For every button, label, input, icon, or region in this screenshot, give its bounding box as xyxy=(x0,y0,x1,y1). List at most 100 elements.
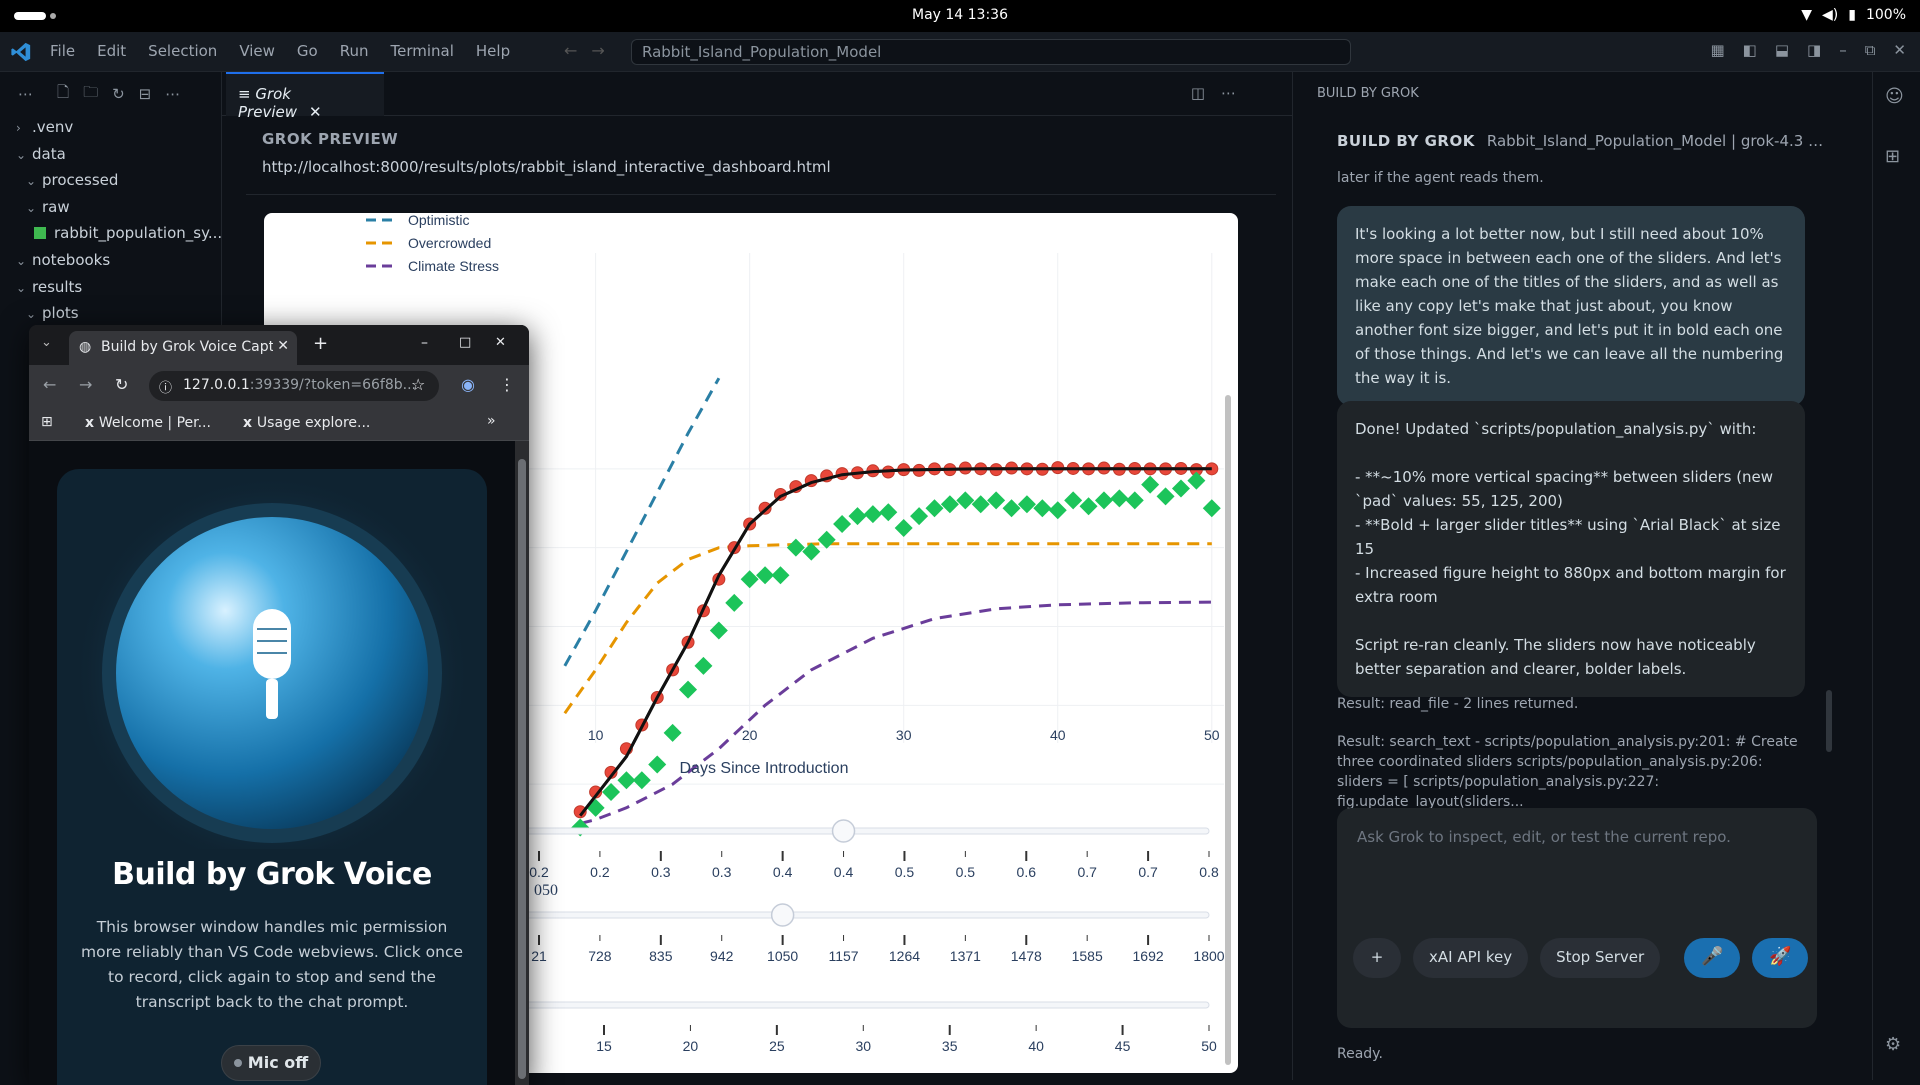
data-point-simulated xyxy=(1079,497,1098,516)
slider-tick-label: 1585 xyxy=(1072,948,1103,964)
apps-grid-icon[interactable]: ⊞ xyxy=(41,414,53,430)
preview-url[interactable]: http://localhost:8000/results/plots/rabb… xyxy=(262,158,831,176)
more-actions-icon[interactable]: ⋯ xyxy=(18,85,33,103)
new-tab-icon[interactable]: + xyxy=(313,333,328,354)
toggle-sidebar-icon[interactable]: ◧ xyxy=(1743,41,1757,59)
system-tray[interactable]: ▼ ◀) ▮ 100% xyxy=(1801,7,1906,23)
data-point-simulated xyxy=(648,755,667,774)
command-center-search[interactable]: Rabbit_Island_Population_Model xyxy=(631,39,1351,65)
slider-tick-label: 1692 xyxy=(1133,948,1164,964)
nav-arrows[interactable]: ←→ xyxy=(564,41,619,60)
browser-toolbar: ← → ↻ ⓘ 127.0.0.1:39339/?token=66f8b... … xyxy=(29,365,529,407)
slider-tick-label: 0.3 xyxy=(712,864,732,880)
close-window-icon[interactable]: ✕ xyxy=(1893,41,1906,59)
grok-agent-icon[interactable]: ☺ xyxy=(1885,86,1904,107)
battery-icon: ▮ xyxy=(1848,7,1856,23)
x-tick-label: 40 xyxy=(1050,727,1066,743)
browser-back-icon[interactable]: ← xyxy=(43,375,56,394)
profile-icon[interactable]: ◉ xyxy=(461,375,475,394)
data-point-simulated xyxy=(1017,495,1036,514)
data-point-simulated xyxy=(817,530,836,549)
browser-url-bar[interactable]: ⓘ 127.0.0.1:39339/?token=66f8b... xyxy=(149,371,439,401)
slider-tick-label: 35 xyxy=(942,1038,958,1054)
xai-api-key-button[interactable]: xAI API key xyxy=(1413,938,1529,978)
chevron-down-icon: ⌄ xyxy=(16,148,27,162)
chat-panel-header: BUILD BY GROK xyxy=(1317,86,1419,101)
tree-item-plots[interactable]: ⌄ plots xyxy=(26,304,79,322)
bookmark-welcome[interactable]: x Welcome | Per... xyxy=(85,415,211,431)
site-info-icon[interactable]: ⓘ xyxy=(159,377,172,396)
tree-item-notebooks[interactable]: ⌄ notebooks xyxy=(16,251,110,269)
browser-minimize-icon[interactable]: – xyxy=(421,335,428,351)
legend-label: Optimistic xyxy=(408,213,469,228)
data-point-simulated xyxy=(1094,491,1113,510)
chat-scrollbar[interactable] xyxy=(1826,690,1832,752)
browser-scroll-thumb[interactable] xyxy=(518,459,526,1079)
wifi-icon: ▼ xyxy=(1801,7,1813,23)
tree-item-processed[interactable]: ⌄ processed xyxy=(26,171,118,189)
browser-maximize-icon[interactable]: □ xyxy=(459,335,471,350)
tab-search-icon[interactable]: ⌄ xyxy=(41,335,52,350)
system-clock[interactable]: May 14 13:36 xyxy=(0,7,1920,23)
minimize-icon[interactable]: – xyxy=(1839,41,1847,59)
menu-go[interactable]: Go xyxy=(297,42,318,60)
mic-orb[interactable] xyxy=(57,469,487,849)
chat-input-box[interactable]: Ask Grok to inspect, edit, or test the c… xyxy=(1337,808,1817,1028)
tree-item-results[interactable]: ⌄ results xyxy=(16,278,82,296)
forward-arrow-icon[interactable]: → xyxy=(591,41,618,60)
layout-icon[interactable]: ▦ xyxy=(1710,41,1724,59)
slider-tick-label: 21 xyxy=(531,948,547,964)
menu-run[interactable]: Run xyxy=(340,42,369,60)
bookmark-star-icon[interactable]: ☆ xyxy=(411,375,425,394)
menu-view[interactable]: View xyxy=(239,42,275,60)
new-file-icon[interactable]: 🗋 xyxy=(57,82,69,107)
mic-status-button[interactable]: Mic off xyxy=(221,1045,321,1081)
tree-item-venv[interactable]: › .venv xyxy=(16,118,73,136)
close-tab-icon[interactable]: ✕ xyxy=(309,103,322,121)
slider-tick-label: 1800 xyxy=(1193,948,1224,964)
bookmarks-overflow-icon[interactable]: » xyxy=(487,413,496,429)
browser-forward-icon[interactable]: → xyxy=(79,375,92,394)
menu-edit[interactable]: Edit xyxy=(97,42,126,60)
new-folder-icon[interactable]: 🗀 xyxy=(83,82,98,107)
browser-reload-icon[interactable]: ↻ xyxy=(115,375,128,394)
close-browser-tab-icon[interactable]: ✕ xyxy=(273,338,289,354)
preview-scrollbar[interactable] xyxy=(1225,395,1231,1065)
tab-grok-preview[interactable]: ≡ Grok Preview ✕ xyxy=(226,72,384,121)
voice-input-button[interactable]: 🎤 xyxy=(1684,938,1741,978)
explorer-menu-icon[interactable]: ⋯ xyxy=(165,85,180,103)
settings-gear-icon[interactable]: ⚙ xyxy=(1885,1034,1901,1055)
maximize-icon[interactable]: ⧉ xyxy=(1865,41,1876,59)
x-tick-label: 10 xyxy=(588,727,604,743)
data-point-simulated xyxy=(725,593,744,612)
attach-button[interactable]: + xyxy=(1353,938,1401,978)
slider-tick-label: 1478 xyxy=(1011,948,1042,964)
tree-item-data[interactable]: ⌄ data xyxy=(16,145,66,163)
browser-scrollbar[interactable] xyxy=(515,441,529,1085)
browser-tab-voice-capture[interactable]: ◍ Build by Grok Voice Capt ✕ xyxy=(69,331,297,365)
editor-more-icon[interactable]: ⋯ xyxy=(1221,84,1252,102)
menu-help[interactable]: Help xyxy=(476,42,510,60)
data-point-simulated xyxy=(617,771,636,790)
toggle-secondary-sidebar-icon[interactable]: ◨ xyxy=(1807,41,1821,59)
stop-server-button[interactable]: Stop Server xyxy=(1540,938,1661,978)
browser-close-icon[interactable]: ✕ xyxy=(495,335,506,350)
browser-menu-icon[interactable]: ⋮ xyxy=(499,375,515,394)
collapse-all-icon[interactable]: ⊟ xyxy=(139,85,152,103)
menu-terminal[interactable]: Terminal xyxy=(391,42,454,60)
chat-brand: BUILD BY GROK xyxy=(1337,132,1475,150)
data-point-simulated xyxy=(833,515,852,534)
back-arrow-icon[interactable]: ← xyxy=(564,41,591,60)
menu-selection[interactable]: Selection xyxy=(148,42,217,60)
refresh-icon[interactable]: ↻ xyxy=(112,85,125,103)
tree-item-raw[interactable]: ⌄ raw xyxy=(26,198,70,216)
tree-item-rabbit-population-csv[interactable]: rabbit_population_sy... xyxy=(34,224,222,242)
send-button[interactable]: 🚀 xyxy=(1752,938,1809,978)
chat-subheader: BUILD BY GROK Rabbit_Island_Population_Mo… xyxy=(1337,132,1827,150)
toggle-panel-icon[interactable]: ⬓ xyxy=(1775,41,1789,59)
data-point-simulated xyxy=(679,680,698,699)
extensions-icon[interactable]: ⊞ xyxy=(1885,146,1900,167)
bookmark-usage-explorer[interactable]: x Usage explore... xyxy=(243,415,370,431)
split-editor-icon[interactable]: ◫ xyxy=(1191,84,1221,102)
menu-file[interactable]: File xyxy=(50,42,75,60)
